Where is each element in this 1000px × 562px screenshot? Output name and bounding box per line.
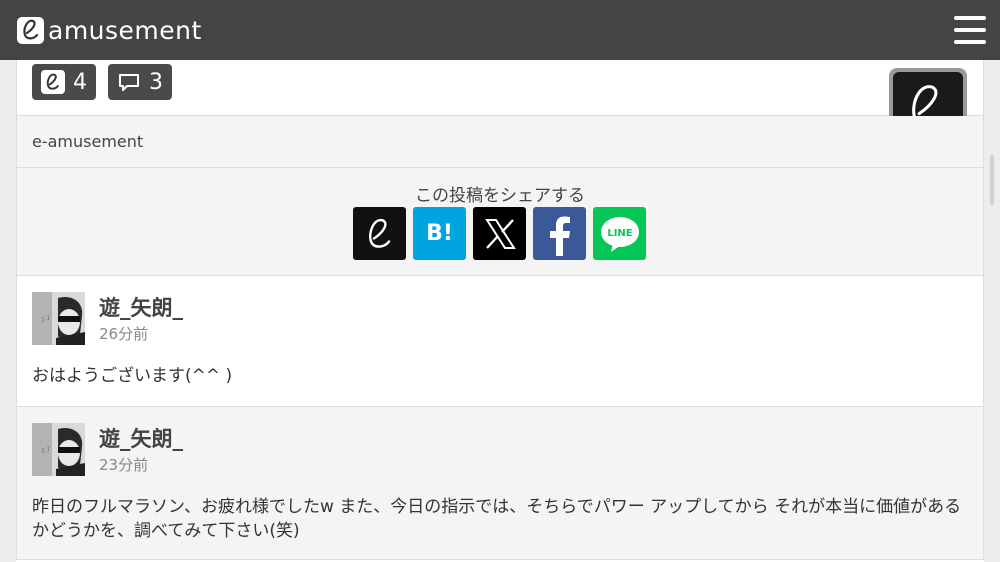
- avatar[interactable]: ♪ ♪: [32, 423, 85, 476]
- share-line-icon[interactable]: LINE: [593, 207, 646, 260]
- logo-text: amusement: [48, 15, 202, 45]
- share-facebook-icon[interactable]: [533, 207, 586, 260]
- share-hatena-bookmark-icon[interactable]: B!: [413, 207, 466, 260]
- comment-text: 昨日のフルマラソン、お疲れ様でしたw また、今日の指示では、そちらでパワー アッ…: [32, 497, 962, 541]
- hatena-label: B!: [426, 221, 453, 246]
- like-count-badge[interactable]: 4: [32, 64, 96, 100]
- comment-author-name[interactable]: 遊_矢朗_: [99, 423, 183, 453]
- e-logo-icon: [17, 16, 44, 44]
- share-section: この投稿をシェアする B! LINE: [16, 168, 984, 276]
- scrollbar[interactable]: [990, 155, 994, 205]
- comment-count-badge[interactable]: 3: [108, 64, 172, 100]
- comments-count: 3: [149, 69, 163, 95]
- comment-text: おはようございます(^^ ): [32, 366, 233, 386]
- comment-icon: [117, 70, 141, 94]
- logo[interactable]: amusement: [17, 15, 202, 45]
- comment-item: ♪ ♪ 遊_矢朗_ 23分前 昨日のフルマラソン、お疲れ様でしたw また、今日の…: [16, 407, 984, 560]
- comment-item: ♪ ♪ 遊_矢朗_ 26分前 おはようございます(^^ ): [16, 276, 984, 407]
- post-stats: 4 3: [16, 60, 984, 116]
- e-like-icon: [41, 70, 65, 94]
- post-author-row: e-amusement: [16, 116, 984, 168]
- post-author[interactable]: e-amusement: [32, 132, 143, 151]
- comment-time: 23分前: [99, 456, 149, 474]
- avatar[interactable]: ♪ ♪: [32, 292, 85, 345]
- app-header: amusement: [0, 0, 1000, 60]
- hamburger-menu-icon[interactable]: [954, 14, 986, 46]
- share-x-icon[interactable]: [473, 207, 526, 260]
- line-label: LINE: [607, 228, 632, 239]
- comment-time: 26分前: [99, 325, 149, 343]
- share-icons: B! LINE: [353, 207, 653, 260]
- share-title: この投稿をシェアする: [415, 186, 585, 206]
- share-e-amusement-icon[interactable]: [353, 207, 406, 260]
- likes-count: 4: [73, 69, 87, 95]
- comment-author-name[interactable]: 遊_矢朗_: [99, 292, 183, 322]
